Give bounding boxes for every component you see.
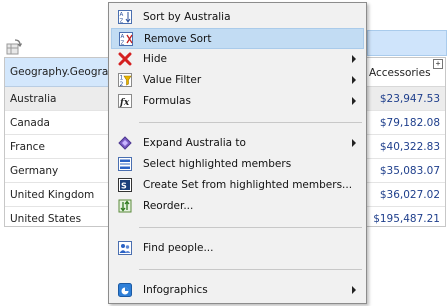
row-label: France (10, 141, 45, 153)
row-value: $195,487.21 (373, 213, 440, 225)
menu-item-select-highlighted[interactable]: Select highlighted members (111, 154, 364, 175)
svg-text:S: S (121, 182, 127, 191)
row-value: $40,322.83 (379, 141, 440, 153)
menu-item-find-people[interactable]: Find people... (111, 238, 364, 259)
svg-text:A: A (121, 34, 125, 40)
menu-item-remove-sort[interactable]: A Z Remove Sort (111, 28, 364, 49)
menu-separator (139, 227, 362, 228)
infographics-icon (118, 283, 132, 297)
submenu-arrow-icon (352, 55, 356, 63)
menu-separator (139, 269, 362, 270)
expand-icon (118, 136, 132, 150)
menu-item-label: Hide (143, 53, 167, 65)
menu-item-create-set[interactable]: S Create Set from highlighted members... (111, 175, 364, 196)
expand-icon[interactable]: + (433, 59, 443, 69)
formula-icon: fx (118, 94, 132, 108)
menu-item-label: Select highlighted members (143, 158, 292, 170)
menu-item-hide[interactable]: Hide (111, 49, 364, 70)
menu-separator (139, 122, 362, 123)
menu-item-label: Reorder... (143, 200, 194, 212)
accessories-header[interactable]: Accessories + (365, 58, 445, 87)
row-value: $35,083.07 (379, 165, 440, 177)
row-label: United Kingdom (10, 189, 95, 201)
sort-icon: A Z (118, 10, 132, 24)
svg-text:Z: Z (121, 41, 125, 47)
row-label: Canada (10, 117, 50, 129)
menu-item-label: Sort by Australia (143, 11, 231, 23)
svg-text:Z: Z (120, 19, 124, 25)
menu-item-label: Formulas (143, 95, 191, 107)
menu-item-label: Remove Sort (144, 33, 212, 45)
reorder-icon (118, 199, 132, 213)
menu-item-label: Infographics (143, 284, 208, 296)
svg-text:2: 2 (120, 81, 124, 87)
menu-item-label: Find people... (143, 242, 214, 254)
menu-item-value-filter[interactable]: 1 2 Value Filter (111, 70, 364, 91)
row-label: United States (10, 213, 82, 225)
accessories-header-label: Accessories (369, 67, 431, 79)
menu-item-label: Create Set from highlighted members... (143, 179, 353, 191)
create-set-icon: S (118, 178, 132, 192)
submenu-arrow-icon (352, 286, 356, 294)
menu-item-infographics[interactable]: Infographics (111, 280, 364, 301)
menu-item-formulas[interactable]: fx Formulas (111, 91, 364, 112)
row-label: Germany (10, 165, 59, 177)
menu-item-sort-by-australia[interactable]: A Z Sort by Australia (111, 7, 364, 28)
row-value: $79,182.08 (379, 117, 440, 129)
context-menu: A Z Sort by Australia A Z Remove Sort Hi… (108, 2, 367, 304)
menu-item-expand-australia[interactable]: Expand Australia to (111, 133, 364, 154)
row-value: $23,947.53 (379, 93, 440, 105)
svg-text:fx: fx (119, 98, 130, 108)
filter-icon: 1 2 (118, 73, 132, 87)
submenu-arrow-icon (352, 139, 356, 147)
submenu-arrow-icon (352, 97, 356, 105)
geography-header[interactable]: Geography.Geography (5, 58, 111, 87)
svg-text:A: A (120, 12, 124, 18)
menu-item-label: Expand Australia to (143, 137, 246, 149)
hide-icon (118, 52, 132, 66)
select-icon (118, 157, 132, 171)
pivot-toolbar-icon[interactable] (6, 39, 22, 55)
row-label: Australia (10, 93, 57, 105)
find-people-icon (118, 241, 132, 255)
column-header-strip (367, 30, 447, 56)
row-value: $36,027.02 (379, 189, 440, 201)
menu-item-label: Value Filter (143, 74, 202, 86)
submenu-arrow-icon (352, 76, 356, 84)
menu-item-reorder[interactable]: Reorder... (111, 196, 364, 217)
remove-sort-icon: A Z (119, 32, 133, 46)
